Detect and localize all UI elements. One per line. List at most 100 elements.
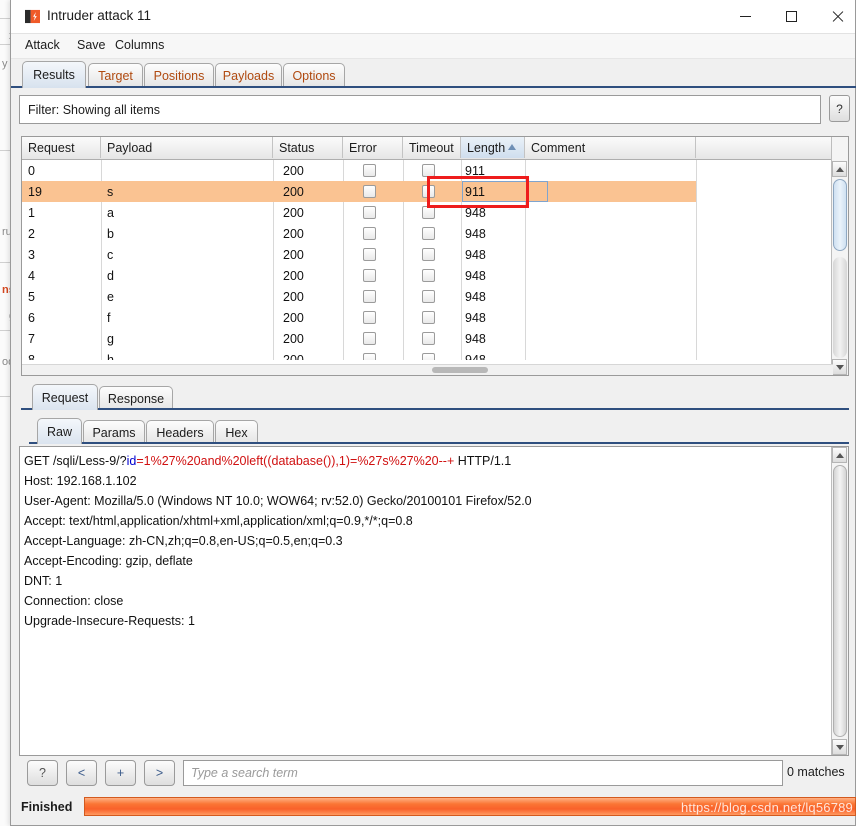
request-raw-pane[interactable]: GET /sqli/Less-9/?id=1%27%20and%20left((…: [19, 446, 849, 756]
column-header-timeout[interactable]: Timeout: [403, 137, 461, 158]
scrollbar-thumb-horizontal[interactable]: [432, 367, 488, 373]
column-header-request[interactable]: Request: [22, 137, 101, 158]
menu-item-attack[interactable]: Attack: [25, 38, 60, 52]
checkbox-timeout[interactable]: [422, 290, 435, 303]
checkbox-error[interactable]: [363, 164, 376, 177]
tab-hex[interactable]: Hex: [215, 420, 258, 444]
question-mark-icon: ?: [39, 766, 46, 780]
request-header: Accept-Language: zh-CN,zh;q=0.8,en-US;q=…: [24, 531, 824, 551]
close-icon: [831, 10, 844, 23]
column-header-status-label: Status: [279, 141, 314, 155]
checkbox-timeout[interactable]: [422, 311, 435, 324]
sort-ascending-icon: [508, 144, 516, 150]
scroll-up-button[interactable]: [832, 161, 847, 177]
table-row[interactable]: 5 e 200 948: [22, 286, 696, 307]
scroll-down-button[interactable]: [832, 359, 847, 375]
tab-raw[interactable]: Raw: [37, 418, 82, 444]
checkbox-error[interactable]: [363, 353, 376, 360]
checkbox-error[interactable]: [363, 227, 376, 240]
search-add-button[interactable]: +: [105, 760, 136, 786]
minimize-icon: [740, 16, 751, 17]
checkbox-timeout[interactable]: [422, 164, 435, 177]
column-header-status[interactable]: Status: [273, 137, 343, 158]
column-header-request-label: Request: [28, 141, 75, 155]
tab-payloads[interactable]: Payloads: [215, 63, 282, 88]
scrollbar-thumb[interactable]: [833, 179, 847, 251]
intruder-attack-window: Intruder attack 11 Attack Save Columns R…: [10, 0, 856, 826]
checkbox-timeout[interactable]: [422, 248, 435, 261]
results-horizontal-scrollbar[interactable]: [22, 364, 833, 375]
results-vertical-scrollbar[interactable]: [831, 137, 848, 375]
search-help-button[interactable]: ?: [27, 760, 58, 786]
tab-params[interactable]: Params: [83, 420, 145, 444]
tab-response[interactable]: Response: [99, 386, 173, 410]
checkbox-timeout[interactable]: [422, 227, 435, 240]
menu-item-columns[interactable]: Columns: [115, 38, 164, 52]
checkbox-timeout[interactable]: [422, 206, 435, 219]
column-header-error[interactable]: Error: [343, 137, 403, 158]
checkbox-error[interactable]: [363, 332, 376, 345]
table-row[interactable]: 7 g 200 948: [22, 328, 696, 349]
table-row[interactable]: 3 c 200 948: [22, 244, 696, 265]
checkbox-error[interactable]: [363, 269, 376, 282]
table-row[interactable]: 6 f 200 948: [22, 307, 696, 328]
filter-bar[interactable]: Filter: Showing all items: [19, 95, 821, 124]
cell-length: 948: [465, 328, 486, 349]
checkbox-timeout[interactable]: [422, 269, 435, 282]
checkbox-error[interactable]: [363, 206, 376, 219]
column-header-comment[interactable]: Comment: [525, 137, 696, 158]
checkbox-timeout[interactable]: [422, 185, 435, 198]
checkbox-error[interactable]: [363, 248, 376, 261]
table-row[interactable]: 8 h 200 948: [22, 349, 696, 360]
cell-payload: b: [107, 223, 114, 244]
search-next-button[interactable]: >: [144, 760, 175, 786]
scrollbar-thumb[interactable]: [833, 465, 847, 737]
tab-positions[interactable]: Positions: [144, 63, 214, 88]
cell-status: 200: [283, 202, 304, 223]
checkbox-error[interactable]: [363, 290, 376, 303]
cell-payload: d: [107, 265, 114, 286]
tab-target[interactable]: Target: [88, 63, 143, 88]
search-input[interactable]: [183, 760, 783, 786]
table-row[interactable]: 19 s 200 911: [22, 181, 696, 202]
cell-request: 6: [28, 307, 35, 328]
cell-request: 2: [28, 223, 35, 244]
scroll-down-button[interactable]: [832, 739, 847, 755]
column-header-length[interactable]: Length: [461, 137, 525, 158]
request-header: Accept: text/html,application/xhtml+xml,…: [24, 511, 824, 531]
checkbox-error[interactable]: [363, 185, 376, 198]
cell-request: 4: [28, 265, 35, 286]
table-row[interactable]: 0 200 911: [22, 160, 696, 181]
filter-help-button[interactable]: ?: [829, 95, 850, 122]
scrollbar-track[interactable]: [833, 257, 847, 358]
scroll-up-button[interactable]: [832, 447, 847, 463]
tab-results[interactable]: Results: [22, 61, 86, 88]
request-vertical-scrollbar[interactable]: [831, 447, 848, 755]
tab-headers[interactable]: Headers: [146, 420, 214, 444]
search-bar: ? < + > 0 matches: [19, 760, 856, 788]
cell-status: 200: [283, 328, 304, 349]
table-header-row: Request Payload Status Error Timeout Len…: [22, 137, 848, 160]
menu-item-save[interactable]: Save: [77, 38, 106, 52]
tab-options[interactable]: Options: [283, 63, 345, 88]
minimize-button[interactable]: [722, 0, 768, 32]
burp-logo-icon: [25, 9, 40, 24]
table-row[interactable]: 1 a 200 948: [22, 202, 696, 223]
checkbox-timeout[interactable]: [422, 332, 435, 345]
cell-status: 200: [283, 244, 304, 265]
search-prev-button[interactable]: <: [66, 760, 97, 786]
cell-length: 948: [465, 286, 486, 307]
column-header-payload[interactable]: Payload: [101, 137, 273, 158]
cell-length: 911: [465, 160, 485, 181]
checkbox-error[interactable]: [363, 311, 376, 324]
cell-length: 948: [465, 307, 486, 328]
chevron-left-icon: <: [78, 766, 85, 780]
checkbox-timeout[interactable]: [422, 353, 435, 360]
status-label: Finished: [21, 800, 72, 814]
maximize-button[interactable]: [768, 0, 814, 32]
close-button[interactable]: [814, 0, 856, 32]
table-row[interactable]: 2 b 200 948: [22, 223, 696, 244]
cell-payload: a: [107, 202, 114, 223]
table-row[interactable]: 4 d 200 948: [22, 265, 696, 286]
tab-request[interactable]: Request: [32, 384, 98, 410]
